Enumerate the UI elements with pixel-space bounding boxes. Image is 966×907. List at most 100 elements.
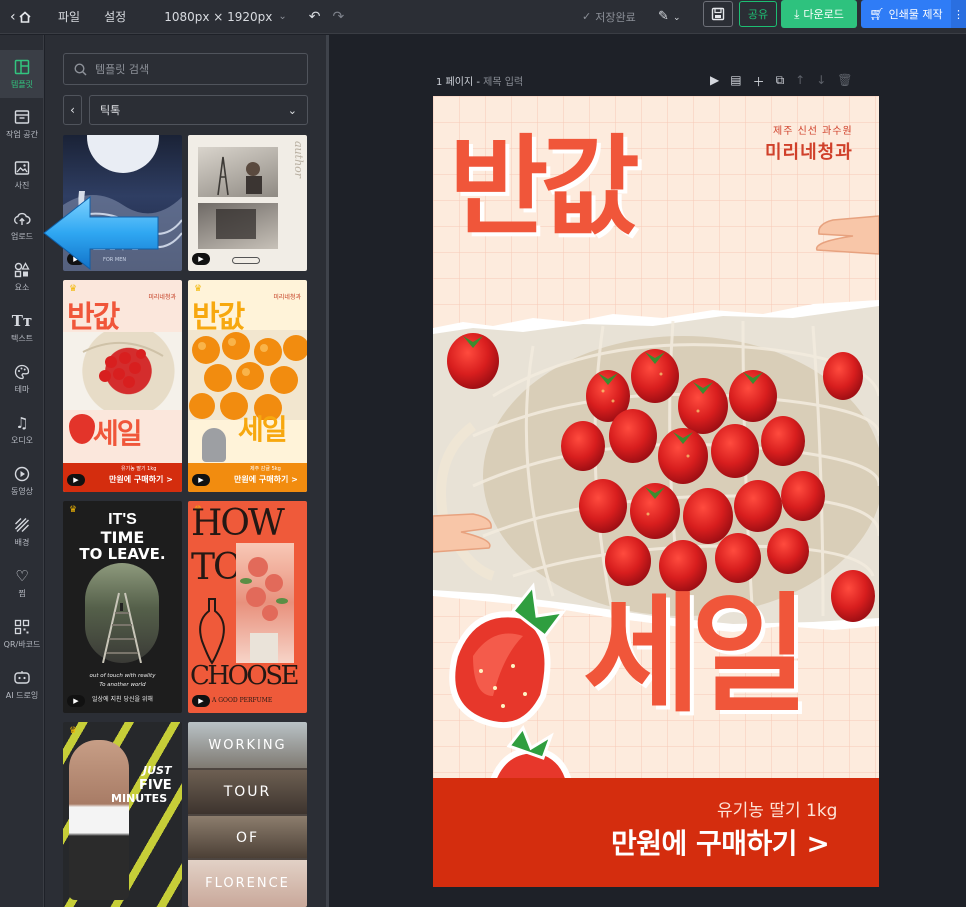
template-thumb-title-3: OF: [235, 830, 260, 846]
rail-item-text[interactable]: Tт 텍스트: [0, 304, 44, 352]
rail-item-theme[interactable]: 테마: [0, 355, 44, 403]
heart-icon: ♡: [15, 566, 29, 585]
template-panel: ‹ 틱톡 ⌄ CENT FOR MEN ▶ author ▶ ♛ 미리네청과 반…: [45, 35, 327, 907]
template-thumb-5[interactable]: ♛ IT'S TIME TO LEAVE. out of touch with …: [63, 501, 182, 713]
search-icon: [74, 62, 87, 76]
play-badge-icon: ▶: [192, 695, 210, 707]
rail-item-favorites[interactable]: ♡ 찜: [0, 559, 44, 607]
menu-settings[interactable]: 설정: [104, 8, 126, 25]
search-input[interactable]: [95, 62, 285, 76]
page-title-input[interactable]: 제목 입력: [483, 77, 523, 88]
category-select[interactable]: 틱톡 ⌄: [89, 95, 308, 125]
template-thumb-title-3: CHOOSE: [190, 661, 300, 691]
ai-drawing-icon: [13, 670, 31, 687]
rail-label: 배경: [14, 537, 30, 547]
eiffel-tower-art: [217, 156, 262, 196]
background-icon: [14, 517, 30, 534]
canvas-size-dropdown[interactable]: 1080px × 1920px ⌄: [164, 10, 287, 24]
rail-label: 템플릿: [10, 79, 34, 89]
design-product[interactable]: 유기농 딸기 1kg: [717, 796, 837, 821]
category-back-button[interactable]: ‹: [63, 95, 82, 125]
rail-label: 동영상: [10, 486, 34, 496]
design-headline-bottom[interactable]: 세일: [583, 592, 809, 720]
text-icon: Tт: [11, 311, 33, 330]
template-thumb-title-3: MINUTES: [111, 792, 168, 805]
design-brand-small[interactable]: 제주 신선 과수원: [773, 122, 853, 137]
template-thumb-cta: 만원에 구매하기 >: [109, 475, 173, 484]
redo-icon[interactable]: ↷: [333, 9, 345, 25]
template-thumb-product: 제주 감귤 5kg: [250, 466, 281, 472]
template-thumb-text: author: [292, 141, 305, 179]
pen-tool-dropdown[interactable]: ✎ ⌄: [658, 9, 681, 24]
template-thumb-script-2: To another world: [99, 682, 146, 688]
rail-item-workspace[interactable]: 작업 공간: [0, 100, 44, 148]
template-search[interactable]: [63, 53, 308, 85]
download-button[interactable]: ⤓ 다운로드: [781, 0, 857, 28]
print-order-button[interactable]: 🛒︎ 인쇄물 제작: [861, 0, 951, 28]
rail-item-ai-drawing[interactable]: AI 드로잉: [0, 661, 44, 709]
menu-file[interactable]: 파일: [58, 8, 80, 25]
rail-label: 테마: [14, 384, 30, 394]
template-thumb-brand: 미리네청과: [148, 294, 176, 301]
rail-item-upload[interactable]: 업로드: [0, 202, 44, 250]
runner-photo: [69, 740, 129, 900]
rail-label: QR/바코드: [3, 639, 41, 649]
left-rail: 템플릿 작업 공간 사진 업로드 요소 Tт 텍스트 테마 ♫ 오디오 동영상 …: [0, 35, 44, 907]
move-up-icon[interactable]: ↑: [795, 73, 805, 90]
elements-icon: [14, 261, 30, 279]
duplicate-icon[interactable]: ⧉: [776, 73, 785, 90]
template-thumb-2[interactable]: author ▶: [188, 135, 307, 271]
save-status: ✓ 저장완료: [582, 9, 636, 25]
design-headline-top[interactable]: 반값: [449, 134, 640, 242]
template-thumb-sub: A GOOD PERFUME: [212, 697, 273, 704]
chevron-down-icon: ⌄: [287, 103, 297, 117]
template-thumb-cta: 만원에 구매하기 >: [234, 475, 298, 484]
rail-item-audio[interactable]: ♫ 오디오: [0, 406, 44, 454]
tangerines-art: [188, 330, 307, 420]
template-thumb-title-2: TO: [191, 547, 243, 588]
save-button[interactable]: [703, 1, 733, 27]
rail-item-video[interactable]: 동영상: [0, 457, 44, 505]
rail-item-template[interactable]: 템플릿: [0, 50, 44, 98]
rail-item-qr[interactable]: QR/바코드: [0, 610, 44, 658]
floppy-icon: [711, 7, 725, 21]
add-page-icon[interactable]: ＋: [753, 73, 765, 90]
template-thumb-title-2: FIVE: [139, 778, 172, 793]
template-thumb-8[interactable]: WORKING TOUR OF FLORENCE: [188, 722, 307, 907]
more-options-button[interactable]: ⋮: [951, 0, 966, 28]
design-canvas[interactable]: 제주 신선 과수원 미리네청과 반값 세일 유기농 딸기 1kg 만원에 구매하…: [433, 96, 879, 887]
design-cta[interactable]: 만원에 구매하기 >: [611, 822, 830, 862]
notes-icon[interactable]: ▤: [730, 73, 741, 90]
template-thumb-headline-2: 세일: [238, 413, 288, 446]
play-icon[interactable]: ▶: [710, 73, 719, 90]
play-badge-icon: ▶: [67, 695, 85, 707]
page-label: 1 페이지 - 제목 입력: [436, 73, 523, 88]
share-button[interactable]: 공유: [739, 1, 777, 27]
download-icon: ⤓: [794, 6, 800, 21]
template-thumb-6[interactable]: ♛ HOW TO CHOOSE A GOOD PERFUME ▶: [188, 501, 307, 713]
move-down-icon[interactable]: ↓: [816, 73, 826, 90]
template-thumb-3[interactable]: ♛ 미리네청과 반값 세일 유기농 딸기 1kg 만원에 구매하기 > ▶: [63, 280, 182, 492]
rail-item-elements[interactable]: 요소: [0, 253, 44, 301]
rail-label: 텍스트: [10, 333, 34, 343]
rail-label: AI 드로잉: [5, 690, 39, 700]
rail-item-photo[interactable]: 사진: [0, 151, 44, 199]
design-brand[interactable]: 미리네청과: [765, 138, 853, 164]
template-thumb-7[interactable]: ♛ JUST FIVE MINUTES: [63, 722, 182, 907]
roses-art: [240, 557, 288, 663]
print-order-label: 인쇄물 제작: [888, 8, 943, 21]
undo-icon[interactable]: ↶: [309, 9, 321, 25]
save-status-label: 저장완료: [595, 10, 636, 24]
play-badge-icon: ▶: [192, 474, 210, 486]
home-button[interactable]: ‹: [0, 9, 58, 25]
rail-label: 작업 공간: [6, 129, 38, 139]
template-thumb-4[interactable]: ♛ 미리네청과 반값 세일 제주 감귤 5kg 만원에 구매하기 > ▶: [188, 280, 307, 492]
cafe-photo-inner: [216, 209, 256, 239]
strawberries-art: [82, 342, 164, 388]
trash-icon[interactable]: 🗑︎: [837, 73, 852, 90]
rail-item-background[interactable]: 배경: [0, 508, 44, 556]
rail-label: 오디오: [10, 435, 34, 445]
template-thumb-script-1: out of touch with reality: [89, 673, 156, 679]
rail-label: 사진: [14, 180, 30, 190]
template-thumb-title-1: WORKING: [208, 738, 287, 753]
